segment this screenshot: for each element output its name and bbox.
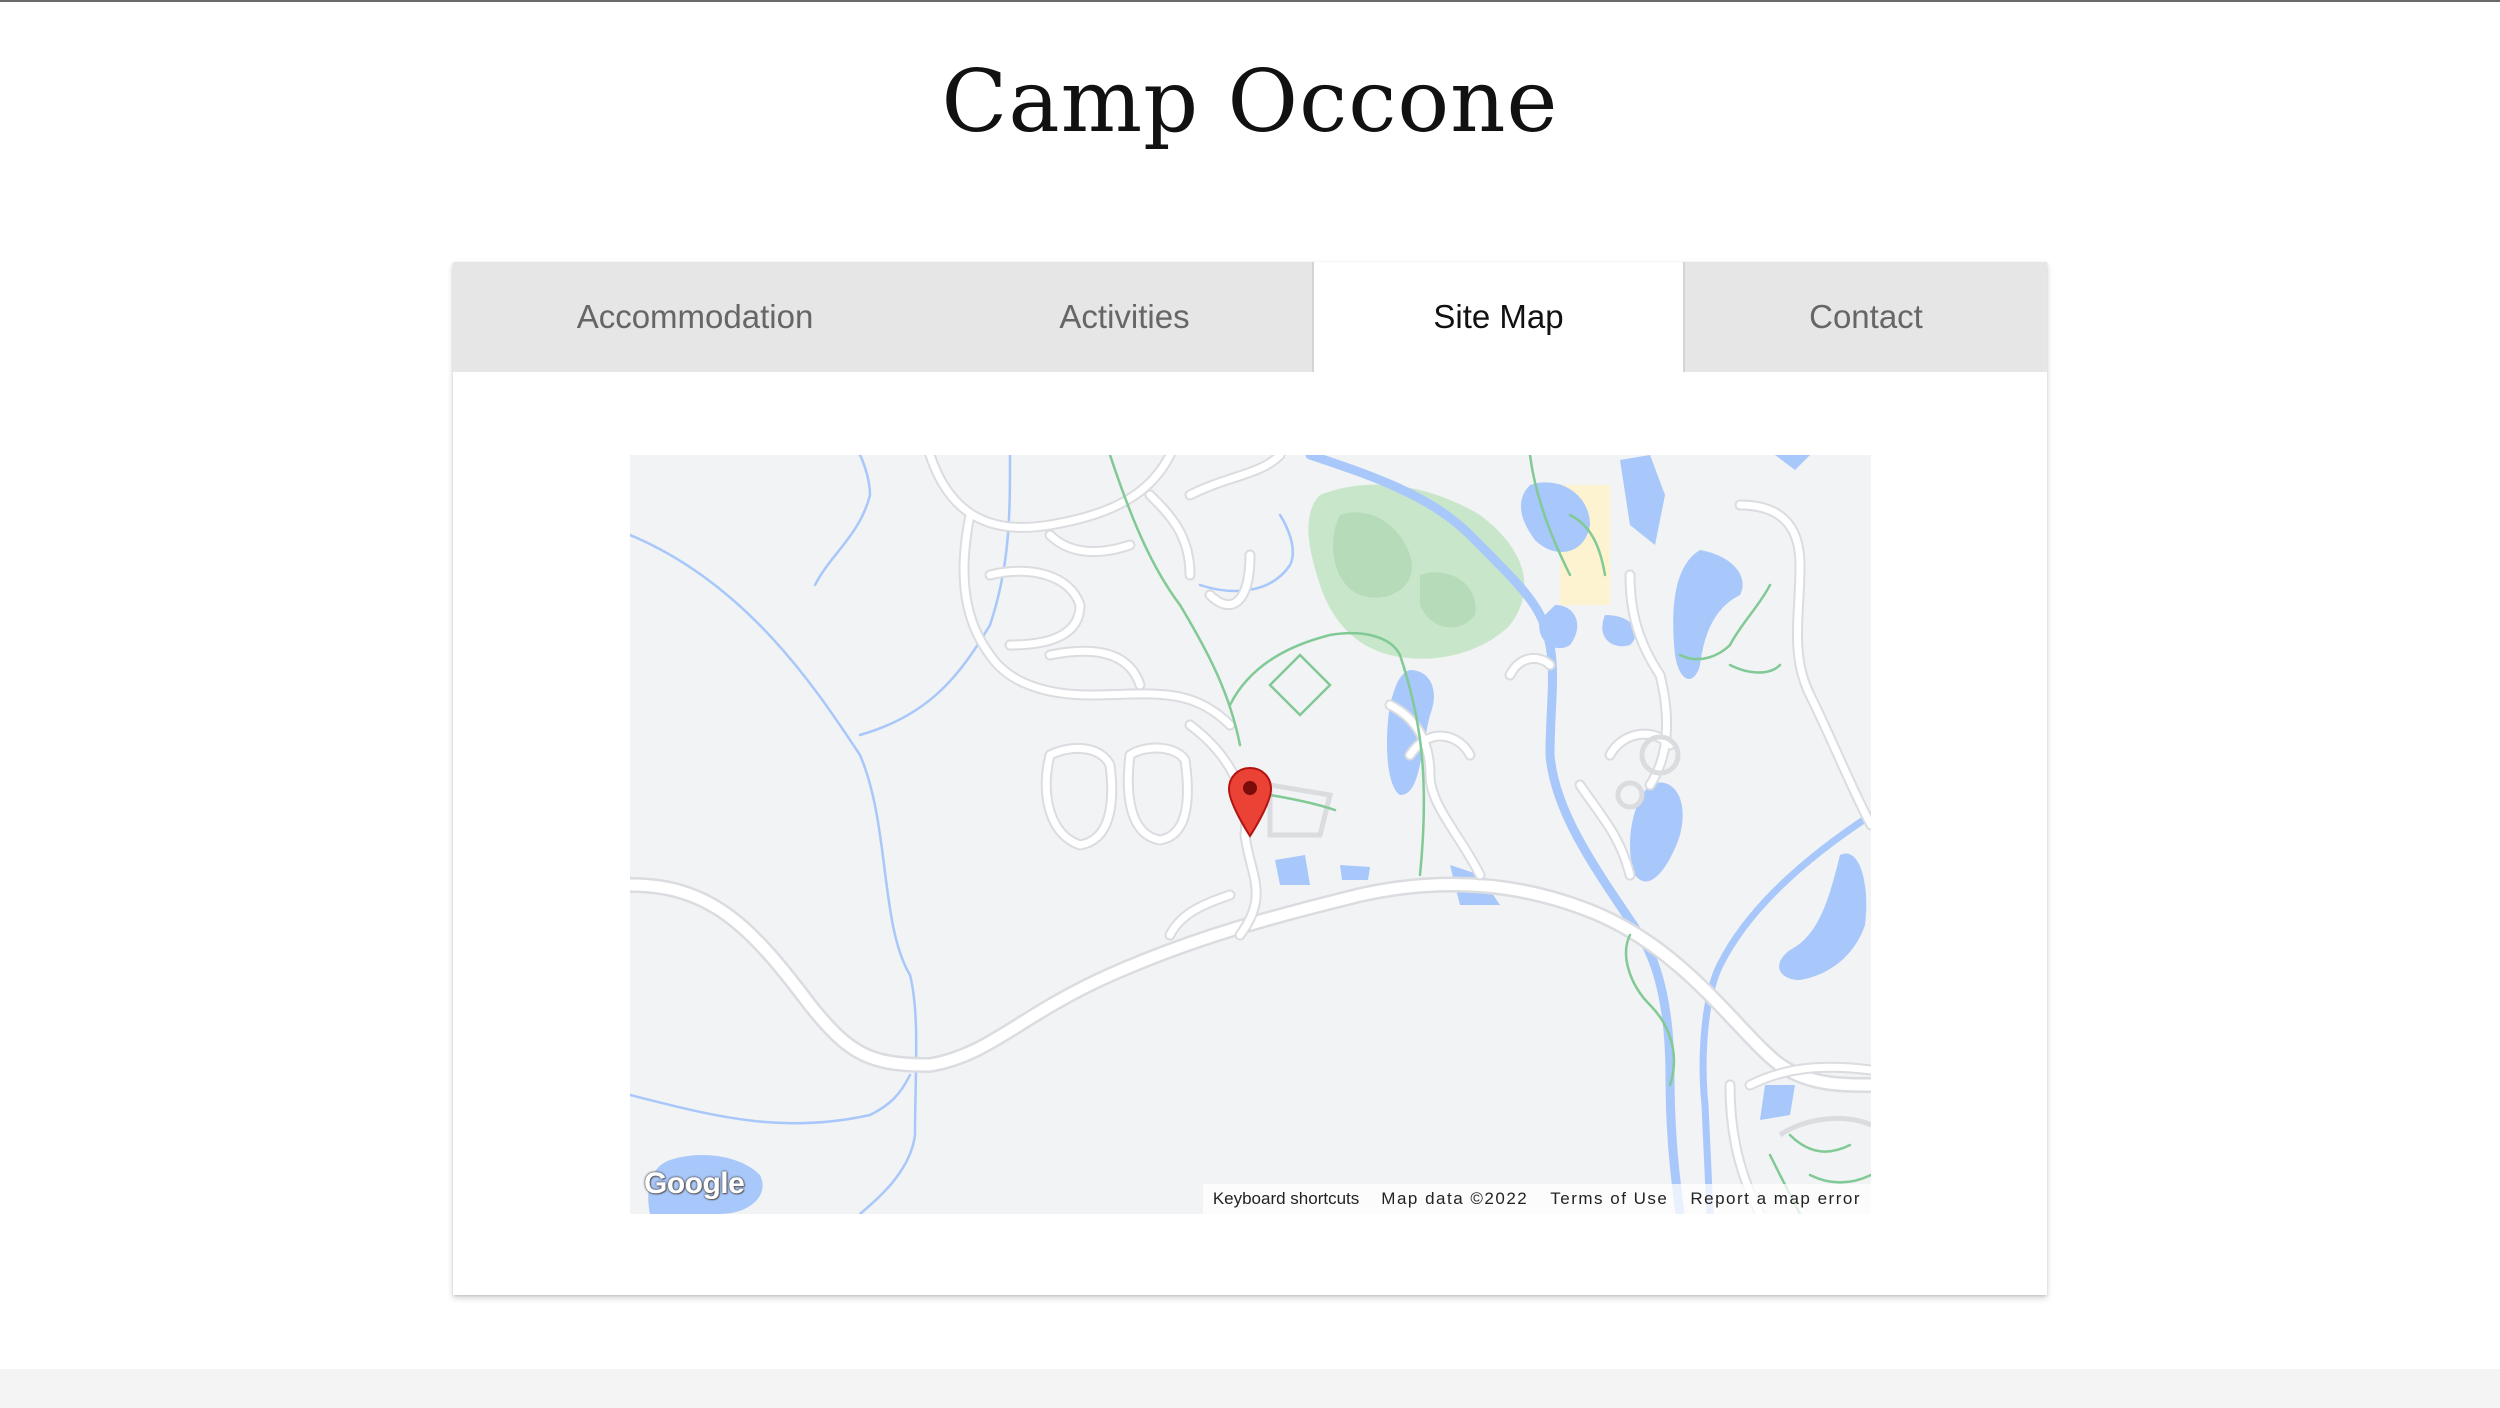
tab-site-map[interactable]: Site Map [1312, 262, 1685, 372]
tab-contact[interactable]: Contact [1685, 262, 2047, 372]
google-logo[interactable]: Google [644, 1167, 745, 1201]
site-map-embed[interactable]: Google Keyboard shortcuts Map data ©2022… [630, 455, 1871, 1214]
map-pin-icon[interactable] [1227, 766, 1273, 838]
map-data-text: Map data ©2022 [1381, 1189, 1529, 1208]
content-card: Accommodation Activities Site Map Contac… [453, 262, 2047, 1295]
terms-of-use-link[interactable]: Terms of Use [1550, 1189, 1668, 1209]
tab-bar: Accommodation Activities Site Map Contac… [453, 262, 2047, 372]
keyboard-shortcuts-link[interactable]: Keyboard shortcuts [1213, 1189, 1359, 1209]
footer-band [0, 1369, 2500, 1408]
tab-activities[interactable]: Activities [937, 262, 1312, 372]
report-map-error-link[interactable]: Report a map error [1690, 1189, 1861, 1209]
tab-accommodation[interactable]: Accommodation [453, 262, 937, 372]
map-attribution-bar: Keyboard shortcuts Map data ©2022 Terms … [1202, 1184, 1871, 1214]
top-rule [0, 0, 2500, 2]
site-title: Camp Occone [941, 52, 1559, 152]
